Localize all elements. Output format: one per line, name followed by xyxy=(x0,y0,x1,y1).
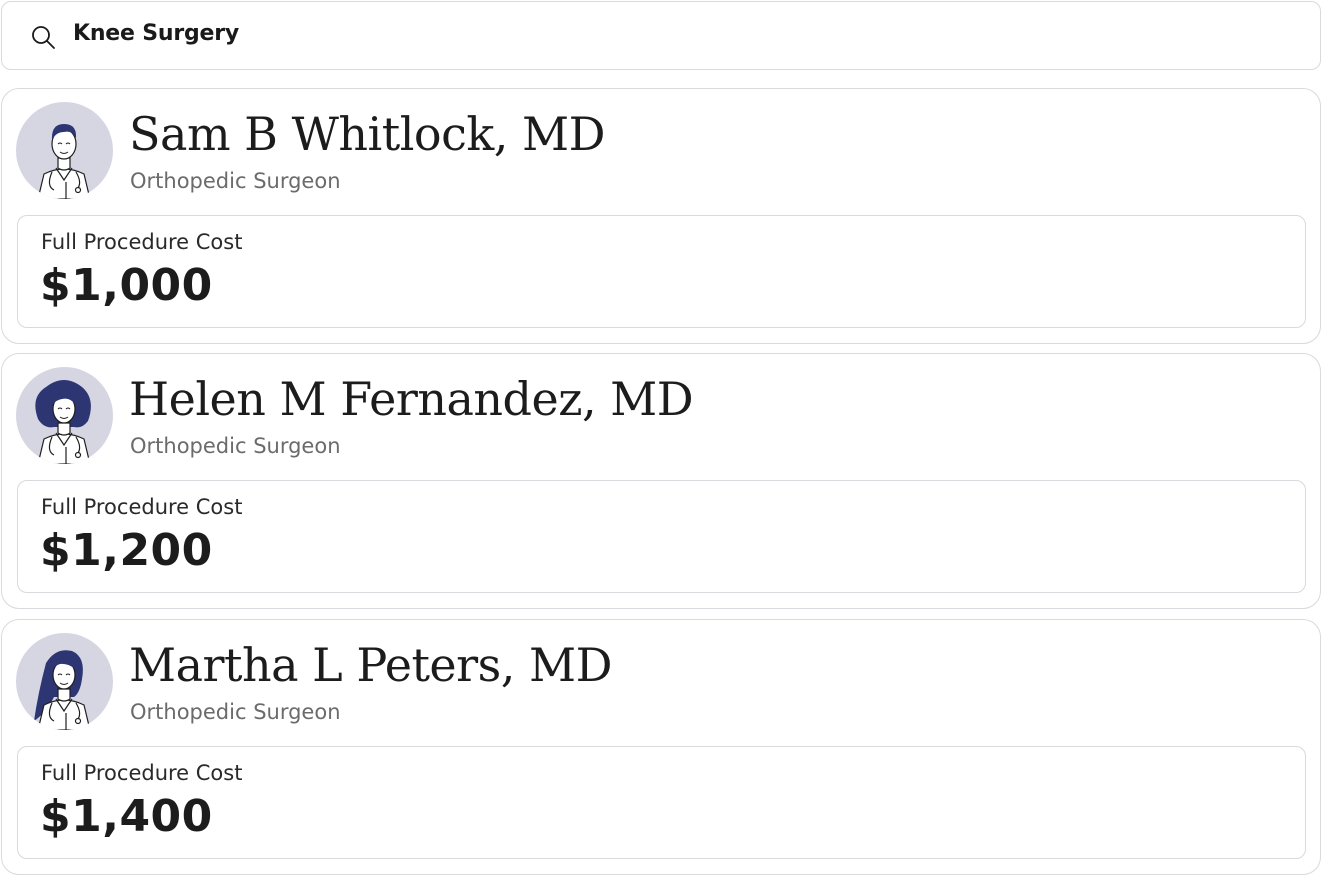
doctor-specialty: Orthopedic Surgeon xyxy=(130,434,341,458)
doctor-card[interactable]: Helen M Fernandez, MD Orthopedic Surgeon… xyxy=(1,353,1321,609)
doctor-name[interactable]: Helen M Fernandez, MD xyxy=(129,372,694,426)
doctor-card[interactable]: Sam B Whitlock, MD Orthopedic Surgeon Fu… xyxy=(1,88,1321,344)
cost-value: $1,200 xyxy=(40,525,213,576)
doctor-specialty: Orthopedic Surgeon xyxy=(130,700,341,724)
search-bar[interactable]: Knee Surgery xyxy=(1,1,1321,70)
female-doctor-curly-avatar xyxy=(16,367,113,464)
doctor-card[interactable]: Martha L Peters, MD Orthopedic Surgeon F… xyxy=(1,619,1321,875)
search-query[interactable]: Knee Surgery xyxy=(73,21,239,46)
cost-label: Full Procedure Cost xyxy=(41,230,243,254)
doctor-name[interactable]: Martha L Peters, MD xyxy=(129,638,612,692)
cost-box: Full Procedure Cost $1,000 xyxy=(17,215,1306,328)
doctor-specialty: Orthopedic Surgeon xyxy=(130,169,341,193)
cost-label: Full Procedure Cost xyxy=(41,761,243,785)
search-icon[interactable] xyxy=(30,24,56,50)
cost-value: $1,000 xyxy=(40,260,213,311)
female-doctor-long-hair-avatar xyxy=(16,633,113,730)
cost-label: Full Procedure Cost xyxy=(41,495,243,519)
cost-box: Full Procedure Cost $1,400 xyxy=(17,746,1306,859)
cost-box: Full Procedure Cost $1,200 xyxy=(17,480,1306,593)
cost-value: $1,400 xyxy=(40,791,213,842)
doctor-name[interactable]: Sam B Whitlock, MD xyxy=(129,107,605,161)
male-doctor-avatar xyxy=(16,102,113,199)
